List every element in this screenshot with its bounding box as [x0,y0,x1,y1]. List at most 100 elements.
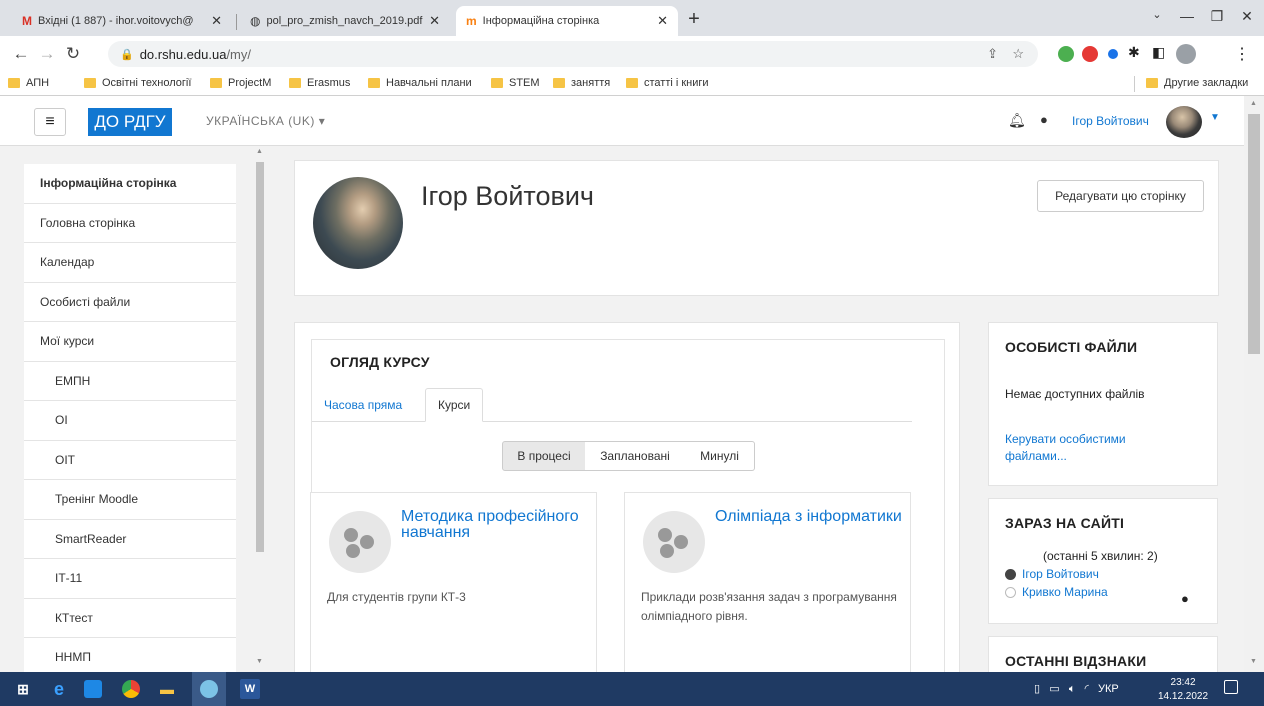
reload-icon[interactable]: ↻ [62,44,84,64]
explorer-icon[interactable]: ▬ [156,678,178,700]
course-title-link[interactable]: Методика професійного навчання [401,509,591,541]
windows-start-icon[interactable]: ⊞ [12,678,34,700]
profile-avatar[interactable] [1176,44,1196,64]
minimize-button[interactable]: — [1172,8,1202,24]
language-menu[interactable]: УКРАЇНСЬКА (UK) ▾ [206,114,325,128]
close-window-button[interactable]: ✕ [1232,8,1262,25]
drawer-course[interactable]: ІТ-11 [24,559,236,599]
bookmark-item[interactable]: STEM [491,77,540,89]
word-icon[interactable]: W [240,679,260,699]
folder-icon [368,78,380,88]
keyboard-language[interactable]: УКР [1098,683,1119,695]
drawer-toggle-button[interactable]: ≡ [34,108,66,136]
bookmark-item[interactable]: АПН [8,77,49,89]
tab-title: pol_pro_zmish_navch_2019.pdf [266,15,423,27]
restore-button[interactable]: ❐ [1202,8,1232,25]
filter-in-progress-button[interactable]: В процесі [502,441,586,471]
tab-timeline[interactable]: Часова пряма [312,388,414,422]
edit-page-button[interactable]: Редагувати цю сторінку [1037,180,1204,212]
online-users-block: ЗАРАЗ НА САЙТІ (останні 5 хвилин: 2) Іго… [988,498,1218,624]
media-icon[interactable] [84,680,102,698]
scroll-up-icon[interactable]: ▲ [256,148,263,155]
drawer-item[interactable]: Інформаційна сторінка [24,164,236,204]
lock-icon: 🔒 [120,48,134,61]
drawer-scroll-thumb[interactable] [256,162,264,552]
edge-icon[interactable]: e [48,678,70,700]
section-heading: ОГЛЯД КУРСУ [330,354,430,370]
block-heading: ОСОБИСТІ ФАЙЛИ [1005,339,1138,355]
star-icon[interactable]: ☆ [1012,46,1024,62]
system-tray[interactable]: ▯ ▭ 🔈︎ ◜ УКР [1034,682,1119,696]
drawer-item[interactable]: Особисті файли [24,283,236,322]
user-menu-name[interactable]: Ігор Войтович [1072,114,1149,128]
drawer-course[interactable]: ОІТ [24,441,236,480]
menu-kebab-icon[interactable]: ⋮ [1234,44,1250,64]
filter-future-button[interactable]: Заплановані [585,441,686,471]
bell-icon[interactable]: 🔔︎ [1008,112,1026,129]
bookmark-item[interactable]: Erasmus [289,77,350,89]
tab-moodle[interactable]: m Інформаційна сторінка ✕ [456,6,678,36]
bookmark-other[interactable]: Другие закладки [1146,77,1248,89]
new-tab-button[interactable]: + [682,8,706,31]
sidepanel-icon[interactable]: ◧ [1152,44,1165,61]
shield-extension-icon[interactable] [1058,46,1074,62]
dot-extension-icon[interactable] [1108,49,1118,59]
course-card[interactable]: Олімпіада з інформатики Приклади розв'яз… [624,492,911,672]
forward-icon[interactable]: → [36,44,58,64]
drawer-course[interactable]: SmartReader [24,520,236,559]
notification-icon[interactable] [1224,680,1238,694]
bookmark-item[interactable]: Освітні технології [84,77,191,89]
tab-pdf[interactable]: ◍ pol_pro_zmish_navch_2019.pdf ✕ [240,6,450,36]
chrome-icon[interactable] [120,678,142,700]
online-user[interactable]: Кривко Марина [1005,585,1108,599]
bookmark-item[interactable]: статті і книги [626,77,709,89]
tab-courses[interactable]: Курси [425,388,484,422]
course-card[interactable]: Методика професійного навчання Для студе… [310,492,597,672]
filter-past-button[interactable]: Минулі [685,441,755,471]
battery-icon: ▯ [1034,683,1041,695]
url-path: /my/ [226,46,251,62]
moodle-icon: m [466,14,477,28]
scroll-down-icon[interactable]: ▼ [256,658,263,665]
chat-icon[interactable]: ● [1040,112,1048,127]
back-icon[interactable]: ← [10,44,32,64]
tab-gmail[interactable]: M Вхідні (1 887) - ihor.voitovych@ ✕ [12,6,232,36]
puzzle-icon[interactable]: ✱ [1128,44,1140,61]
bookmark-item[interactable]: Навчальні плани [368,77,472,89]
course-title-link[interactable]: Олімпіада з інформатики [715,509,905,525]
page-scrollbar[interactable]: ▲ ▼ [1244,96,1264,672]
drawer-item[interactable]: Головна сторінка [24,204,236,243]
drawer-course[interactable]: КТтест [24,599,236,638]
drawer-item[interactable]: Календар [24,243,236,283]
app-icon[interactable] [192,672,226,706]
bookmark-item[interactable]: ProjectM [210,77,271,89]
online-user[interactable]: Ігор Войтович [1005,567,1099,581]
page-scroll-thumb[interactable] [1248,114,1260,354]
nav-drawer: Інформаційна сторінка Головна сторінка К… [24,164,236,672]
tab-search-icon[interactable]: ⌄ [1142,8,1172,21]
clock[interactable]: 23:42 14.12.2022 [1158,676,1208,704]
block-heading: ЗАРАЗ НА САЙТІ [1005,515,1125,531]
close-icon[interactable]: ✕ [211,13,222,29]
close-icon[interactable]: ✕ [429,13,440,29]
drawer-course[interactable]: ННМП [24,638,236,672]
folder-icon [491,78,503,88]
avatar[interactable] [1166,106,1202,138]
scroll-up-icon[interactable]: ▲ [1250,100,1257,107]
caret-down-icon[interactable]: ▼ [1210,112,1220,123]
tab-separator [236,14,237,30]
opera-extension-icon[interactable] [1082,46,1098,62]
close-icon[interactable]: ✕ [657,13,668,29]
url-input[interactable]: 🔒 do.rshu.edu.ua/my/ ⇪ ☆ [108,41,1038,67]
site-brand[interactable]: ДО РДГУ [88,108,172,136]
drawer-course[interactable]: ОІ [24,401,236,441]
drawer-course[interactable]: Тренінг Moodle [24,480,236,520]
manage-files-link[interactable]: Керувати особистими файлами... [1005,431,1185,465]
drawer-scrollbar[interactable]: ▲ ▼ [254,146,266,672]
bookmark-item[interactable]: заняття [553,77,610,89]
message-icon[interactable]: ● [1181,591,1189,606]
drawer-course[interactable]: ЕМПН [24,362,236,401]
drawer-item[interactable]: Мої курси [24,322,236,362]
scroll-down-icon[interactable]: ▼ [1250,658,1257,665]
share-icon[interactable]: ⇪ [987,46,998,62]
